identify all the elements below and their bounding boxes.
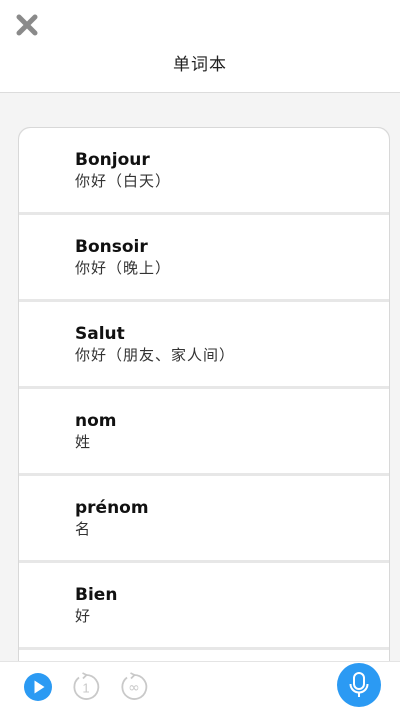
- word-french: Salut: [75, 324, 125, 344]
- repeat-loop-icon: ∞: [121, 672, 148, 700]
- word-item[interactable]: Bonjour 你好（白天）: [19, 128, 389, 212]
- repeat-loop-button[interactable]: ∞: [118, 671, 150, 703]
- word-item[interactable]: Salut 你好（朋友、家人间）: [19, 302, 389, 386]
- microphone-icon: [349, 672, 369, 697]
- word-french: Bonjour: [75, 150, 150, 170]
- word-french: prénom: [75, 498, 149, 518]
- word-item[interactable]: nom 姓: [19, 389, 389, 473]
- word-item[interactable]: prénom 名: [19, 476, 389, 560]
- word-chinese: 名: [75, 520, 92, 538]
- play-button[interactable]: [22, 671, 54, 703]
- word-chinese: 你好（朋友、家人间）: [75, 346, 236, 364]
- close-icon: [16, 14, 38, 36]
- close-button[interactable]: [12, 10, 42, 40]
- word-list-area[interactable]: Bonjour 你好（白天） Bonsoir 你好（晚上） Salut 你好（朋…: [0, 93, 400, 661]
- word-item[interactable]: [19, 650, 389, 661]
- word-chinese: 你好（晚上）: [75, 259, 172, 277]
- svg-text:1: 1: [82, 681, 89, 696]
- microphone-button[interactable]: [337, 663, 381, 707]
- word-french: Bonsoir: [75, 237, 148, 257]
- playback-toolbar: 1 ∞: [0, 661, 400, 711]
- word-french: Bien: [75, 585, 118, 605]
- page-title: 单词本: [173, 55, 227, 75]
- repeat-once-button[interactable]: 1: [70, 671, 102, 703]
- repeat-once-icon: 1: [73, 672, 100, 700]
- word-french: nom: [75, 411, 117, 431]
- word-item[interactable]: Bien 好: [19, 563, 389, 647]
- vocabulary-screen: 单词本 Bonjour 你好（白天） Bonsoir 你好（晚上） Salut …: [0, 0, 400, 711]
- word-chinese: 好: [75, 607, 92, 625]
- header-bar: 单词本: [0, 0, 400, 93]
- play-icon: [24, 673, 52, 701]
- svg-text:∞: ∞: [128, 680, 140, 696]
- word-list-card: Bonjour 你好（白天） Bonsoir 你好（晚上） Salut 你好（朋…: [18, 127, 390, 661]
- word-chinese: 姓: [75, 433, 92, 451]
- word-chinese: 你好（白天）: [75, 172, 172, 190]
- word-item[interactable]: Bonsoir 你好（晚上）: [19, 215, 389, 299]
